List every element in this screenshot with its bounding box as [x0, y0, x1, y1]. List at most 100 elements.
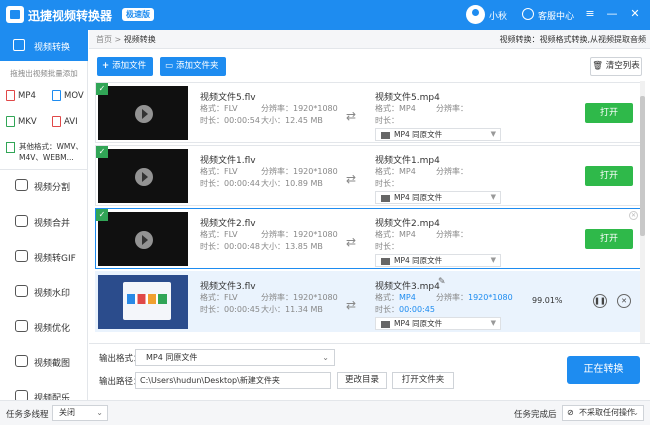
video-thumbnail[interactable] — [98, 86, 188, 140]
headset-icon[interactable] — [522, 8, 534, 20]
sidebar-item-watermark[interactable]: 视频水印 — [0, 277, 88, 305]
breadcrumb-home[interactable]: 首页 — [96, 35, 112, 44]
output-format-select[interactable]: MP4 同原文件 ▼ — [375, 317, 501, 330]
source-filename: 视频文件5.flv — [200, 93, 256, 103]
trash-icon: 🗑 — [592, 61, 604, 71]
output-format-select[interactable]: MP4 同原文件 ▼ — [375, 254, 501, 267]
video-thumbnail[interactable] — [98, 212, 188, 266]
sidebar-item-gif[interactable]: 视频转GIF — [0, 242, 88, 270]
clear-list-button[interactable]: 🗑 清空列表 — [590, 57, 642, 76]
open-button[interactable]: 打开 — [585, 229, 633, 249]
source-format: 格式：FLV — [200, 167, 238, 176]
file-list: ✓ 视频文件5.flv 格式：FLV 分辨率：1920*1080 时长：00:0… — [95, 81, 642, 343]
change-dir-button[interactable]: 更改目录 — [337, 372, 387, 389]
drag-hint: 拖拽出视频批量添加 — [10, 69, 78, 78]
conversion-progress: 99.01% — [532, 296, 563, 305]
source-duration: 时长：00:00:48 — [200, 242, 260, 251]
breadcrumb-bar: 首页 > 视频转换 视频转换：视频格式转换,从视频提取音频 — [89, 30, 650, 49]
source-filename: 视频文件1.flv — [200, 156, 256, 166]
menu-icon[interactable]: ≡ — [583, 7, 597, 21]
output-resolution: 分辨率： — [436, 230, 468, 239]
list-item[interactable]: 视频文件3.flv 格式：FLV 分辨率：1920*1080 时长：00:00:… — [95, 271, 642, 332]
play-icon[interactable] — [135, 105, 153, 123]
shuffle-icon: ⇄ — [346, 172, 357, 186]
sidebar-item-merge[interactable]: 视频合并 — [0, 207, 88, 235]
output-format-select[interactable]: MP4 同原文件 ▼ — [375, 128, 501, 141]
edit-icon[interactable]: ✎ — [438, 277, 446, 287]
after-complete-select[interactable]: ⊘ 不采取任何操作 ⌄ — [562, 405, 644, 421]
shuffle-icon: ⇄ — [346, 298, 357, 312]
list-item[interactable]: ✓ 视频文件5.flv 格式：FLV 分辨率：1920*1080 时长：00:0… — [95, 82, 642, 143]
open-button[interactable]: 打开 — [585, 166, 633, 186]
folder-icon: ▭ — [165, 61, 174, 71]
output-format-dropdown[interactable]: MP4 同原文件 ⌄ — [135, 349, 335, 366]
shuffle-icon: ⇄ — [346, 235, 357, 249]
open-button[interactable]: 打开 — [585, 103, 633, 123]
pause-icon[interactable]: ❚❚ — [593, 294, 607, 308]
source-resolution: 分辨率：1920*1080 — [261, 167, 338, 176]
source-duration: 时长：00:00:44 — [200, 179, 260, 188]
source-filename: 视频文件3.flv — [200, 282, 256, 292]
merge-icon — [15, 215, 28, 227]
source-filename: 视频文件2.flv — [200, 219, 256, 229]
title-bar: 迅捷视频转换器 极速版 小秋 客服中心 ≡ — ✕ — [0, 0, 650, 30]
sidebar-item-label: 视频转换 — [34, 43, 71, 53]
output-format: 格式：MP4 — [375, 167, 416, 176]
add-file-button[interactable]: + 添加文件 — [97, 57, 154, 76]
source-size: 大小：11.34 MB — [261, 305, 323, 314]
app-title: 迅捷视频转换器 — [28, 9, 113, 23]
desktop-preview — [123, 282, 171, 320]
minimize-icon[interactable]: — — [605, 7, 619, 21]
output-filename: 视频文件5.mp4 — [375, 93, 440, 103]
source-format: 格式：FLV — [200, 104, 238, 113]
chevron-down-icon: ⌄ — [96, 408, 103, 417]
convert-button[interactable]: 正在转换 — [567, 356, 640, 384]
format-mp4[interactable]: MP4 — [6, 90, 36, 101]
play-icon[interactable] — [135, 231, 153, 249]
source-resolution: 分辨率：1920*1080 — [261, 230, 338, 239]
chevron-down-icon: ▼ — [490, 319, 496, 327]
remove-item-icon[interactable]: ✕ — [629, 211, 638, 220]
open-folder-button[interactable]: 打开文件夹 — [392, 372, 454, 389]
plus-icon: + — [102, 61, 110, 71]
format-other[interactable]: 其他格式：WMV、M4V、WEBM... — [6, 141, 84, 163]
multithread-label: 任务多线程 — [6, 410, 49, 420]
multithread-select[interactable]: 关闭 ⌄ — [52, 405, 108, 421]
sidebar-item-music[interactable]: 视频配乐 — [0, 382, 88, 400]
edition-badge: 极速版 — [122, 8, 154, 21]
play-icon[interactable] — [135, 168, 153, 186]
sidebar-item-optimize[interactable]: 视频优化 — [0, 312, 88, 340]
source-duration: 时长：00:00:45 — [200, 305, 260, 314]
video-thumbnail[interactable] — [98, 149, 188, 203]
breadcrumb-current: 视频转换 — [123, 35, 156, 44]
sidebar-item-split[interactable]: 视频分割 — [0, 171, 88, 199]
sidebar-item-video-convert[interactable]: 视频转换 — [0, 30, 88, 61]
optimize-icon — [15, 320, 28, 332]
list-item[interactable]: ✓ ✕ 视频文件2.flv 格式：FLV 分辨率：1920*1080 时长：00… — [95, 208, 642, 269]
format-mkv[interactable]: MKV — [6, 116, 37, 127]
monitor-icon — [381, 131, 390, 139]
cancel-icon[interactable]: ✕ — [617, 294, 631, 308]
format-avi[interactable]: AVI — [52, 116, 78, 127]
close-icon[interactable]: ✕ — [628, 7, 642, 21]
output-resolution: 分辨率：1920*1080 — [436, 293, 513, 302]
sidebar-item-screenshot[interactable]: 视频截图 — [0, 347, 88, 375]
mkv-file-icon — [6, 116, 15, 127]
breadcrumb: 首页 > 视频转换 — [96, 34, 156, 45]
scrollbar-thumb[interactable] — [640, 96, 645, 236]
video-thumbnail[interactable] — [98, 275, 188, 329]
output-path-field[interactable]: C:\Users\hudun\Desktop\新建文件夹 — [135, 372, 331, 389]
user-avatar[interactable] — [466, 5, 485, 24]
add-folder-button[interactable]: ▭ 添加文件夹 — [160, 57, 226, 76]
output-duration: 时长： — [375, 116, 399, 125]
list-item[interactable]: ✓ 视频文件1.flv 格式：FLV 分辨率：1920*1080 时长：00:0… — [95, 145, 642, 206]
monitor-icon — [381, 257, 390, 265]
mp4-file-icon — [6, 90, 15, 101]
chevron-down-icon: ▼ — [490, 193, 496, 201]
user-name[interactable]: 小秋 — [489, 9, 507, 22]
format-mov[interactable]: MOV — [52, 90, 84, 101]
output-format-select[interactable]: MP4 同原文件 ▼ — [375, 191, 501, 204]
feature-tip: 视频转换：视频格式转换,从视频提取音频 — [499, 35, 646, 44]
help-center-link[interactable]: 客服中心 — [538, 9, 574, 22]
list-scrollbar[interactable] — [640, 81, 645, 343]
